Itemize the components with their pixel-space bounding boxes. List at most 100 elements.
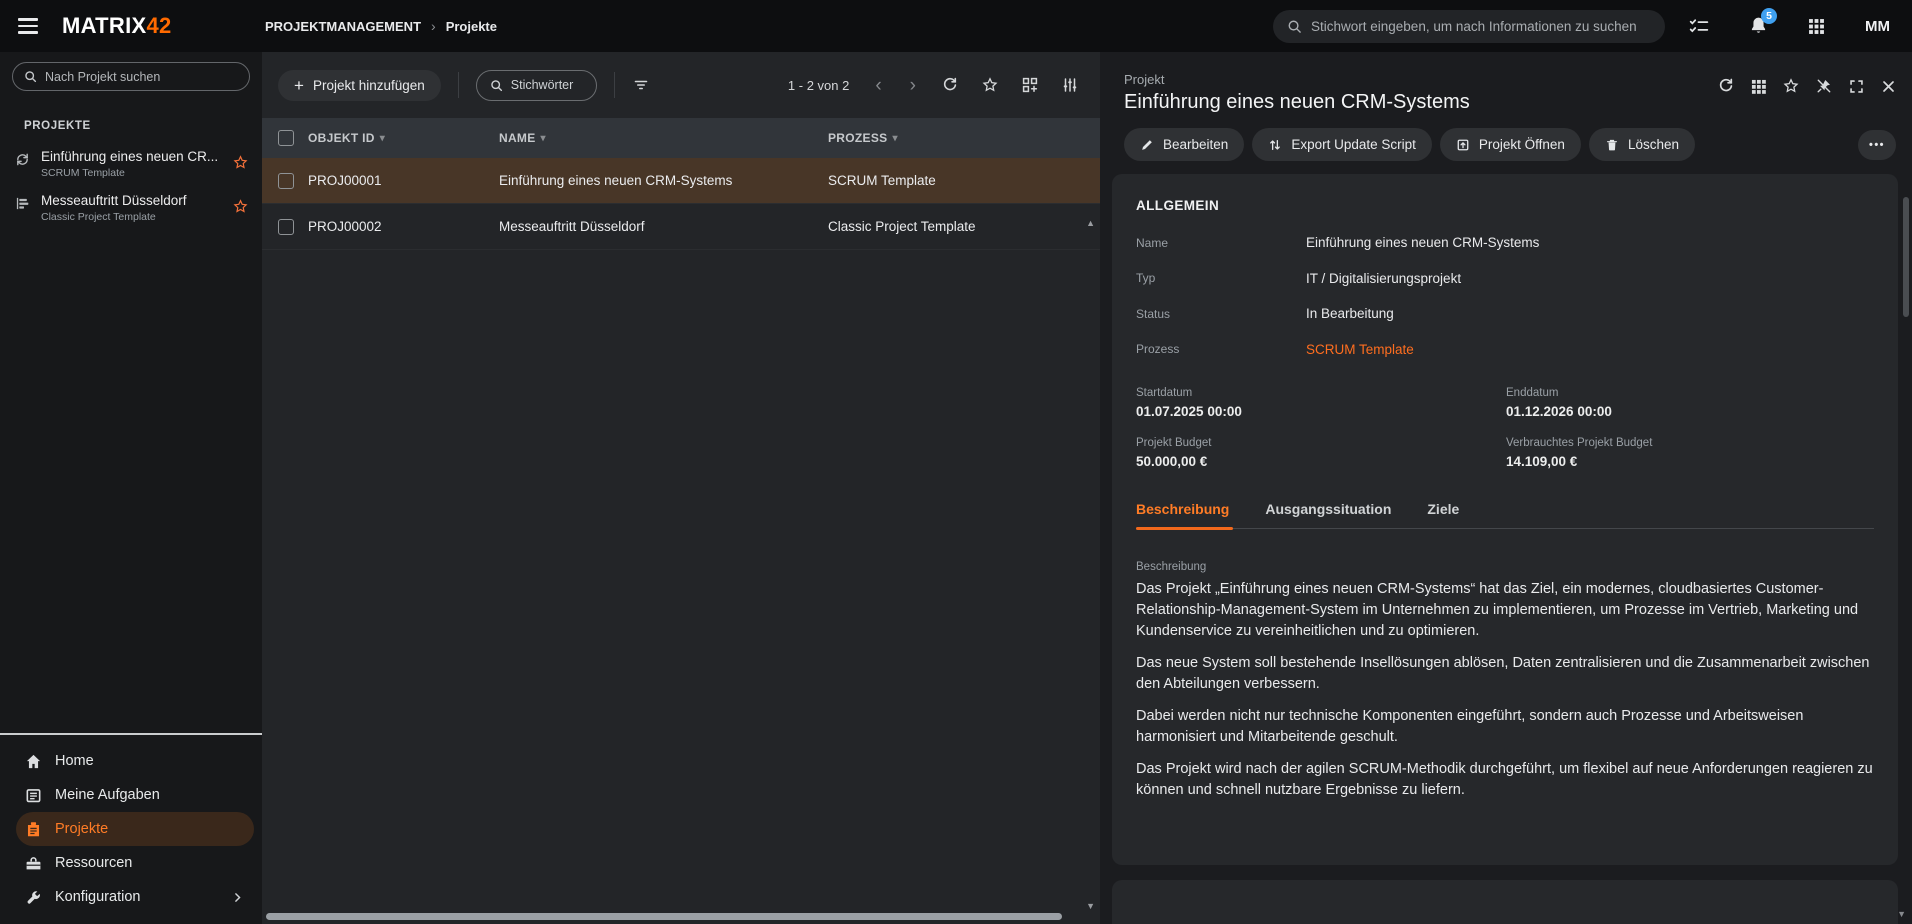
pencil-icon xyxy=(1140,138,1154,152)
add-project-button[interactable]: + Projekt hinzufügen xyxy=(278,70,441,101)
column-header-objekt-id[interactable]: OBJEKT ID▾ xyxy=(308,131,499,145)
project-list-item[interactable]: Einführung eines neuen CR... SCRUM Templ… xyxy=(0,142,262,186)
topbar-actions: 5 MM xyxy=(1689,16,1912,36)
project-item-title: Messeauftritt Düsseldorf xyxy=(41,193,233,208)
sidebar: PROJEKTE Einführung eines neuen CR... SC… xyxy=(0,52,262,924)
description-field-label: Beschreibung xyxy=(1136,561,1874,573)
tab-ziele[interactable]: Ziele xyxy=(1417,501,1485,528)
description-paragraph: Dabei werden nicht nur technische Kompon… xyxy=(1136,706,1874,748)
row-checkbox[interactable] xyxy=(278,173,294,189)
edit-button[interactable]: Bearbeiten xyxy=(1124,128,1244,161)
project-list-item[interactable]: Messeauftritt Düsseldorf Classic Project… xyxy=(0,186,262,230)
detail-scrollbar[interactable] xyxy=(1903,197,1909,317)
field-label: Status xyxy=(1136,307,1306,321)
notification-badge: 5 xyxy=(1761,8,1777,24)
favorites-star-icon[interactable] xyxy=(982,77,998,93)
breadcrumb-section[interactable]: PROJEKTMANAGEMENT xyxy=(265,19,421,34)
project-list: Einführung eines neuen CR... SCRUM Templ… xyxy=(0,142,262,230)
global-search-input[interactable] xyxy=(1311,19,1651,34)
unpin-icon[interactable] xyxy=(1816,78,1832,94)
more-actions-button[interactable]: ••• xyxy=(1858,130,1896,160)
project-item-subtitle: SCRUM Template xyxy=(41,167,233,179)
user-avatar[interactable]: MM xyxy=(1865,18,1890,35)
scroll-down-arrow[interactable]: ▼ xyxy=(1897,909,1906,919)
process-template-link[interactable]: SCRUM Template xyxy=(1306,342,1414,357)
table-header-row: OBJEKT ID▾ NAME▾ PROZESS▾ xyxy=(262,118,1100,158)
refresh-icon[interactable] xyxy=(942,77,958,93)
field-label: Verbrauchtes Projekt Budget xyxy=(1506,437,1874,449)
sidebar-item-ressourcen[interactable]: Ressourcen xyxy=(16,846,254,880)
scroll-down-arrow[interactable]: ▼ xyxy=(1086,901,1095,911)
keyword-search[interactable] xyxy=(476,70,597,101)
table-row[interactable]: PROJ00002 Messeauftritt Düsseldorf Class… xyxy=(262,204,1100,250)
tab-ausgangssituation[interactable]: Ausgangssituation xyxy=(1255,501,1417,528)
favorite-star-icon[interactable] xyxy=(233,199,248,214)
search-icon xyxy=(1287,19,1302,34)
field-list: Name Einführung eines neuen CRM-Systems … xyxy=(1136,225,1874,367)
sidebar-item-home[interactable]: Home xyxy=(16,744,254,778)
row-checkbox[interactable] xyxy=(278,219,294,235)
field-label: Typ xyxy=(1136,271,1306,285)
tasks-icon xyxy=(25,787,42,804)
horizontal-scrollbar[interactable] xyxy=(266,913,1062,920)
task-checklist-icon[interactable] xyxy=(1689,17,1709,35)
keyword-search-input[interactable] xyxy=(511,78,583,92)
open-project-button[interactable]: Projekt Öffnen xyxy=(1440,128,1581,161)
filter-icon[interactable] xyxy=(632,77,650,93)
description-paragraph: Das Projekt wird nach der agilen SCRUM-M… xyxy=(1136,759,1874,801)
fullscreen-icon[interactable] xyxy=(1849,79,1864,94)
scroll-up-arrow[interactable]: ▲ xyxy=(1086,218,1095,228)
notifications-bell-icon[interactable]: 5 xyxy=(1749,16,1768,36)
refresh-icon[interactable] xyxy=(1718,78,1734,94)
detail-header-icons xyxy=(1718,78,1896,94)
field-value: In Bearbeitung xyxy=(1306,306,1394,321)
grid-view-icon[interactable] xyxy=(1751,79,1766,94)
card-view-add-icon[interactable] xyxy=(1022,77,1038,93)
breadcrumb-page[interactable]: Projekte xyxy=(446,19,497,34)
toolbox-icon xyxy=(25,855,42,872)
sidebar-item-label: Meine Aufgaben xyxy=(55,787,160,803)
description-paragraph: Das Projekt „Einführung eines neuen CRM-… xyxy=(1136,579,1874,642)
previous-page-icon[interactable]: ‹ xyxy=(873,76,883,95)
detail-header: Projekt Einführung eines neuen CRM-Syste… xyxy=(1100,52,1912,114)
column-header-name[interactable]: NAME▾ xyxy=(499,131,828,145)
sidebar-item-meine-aufgaben[interactable]: Meine Aufgaben xyxy=(16,778,254,812)
wrench-icon xyxy=(25,889,42,906)
global-search[interactable] xyxy=(1273,10,1665,43)
close-icon[interactable] xyxy=(1881,79,1896,94)
select-all-cell xyxy=(262,130,308,146)
app-grid-icon[interactable] xyxy=(1808,18,1825,35)
breadcrumb-separator-icon: › xyxy=(431,18,436,34)
detail-scroll-area: ALLGEMEIN Name Einführung eines neuen CR… xyxy=(1100,174,1912,924)
export-update-script-button[interactable]: Export Update Script xyxy=(1252,128,1432,161)
list-toolbar: + Projekt hinzufügen 1 - 2 von 2 ‹ xyxy=(262,52,1100,118)
topbar: MATRIX42 PROJEKTMANAGEMENT › Projekte 5 xyxy=(0,0,1912,52)
cell-objekt-id: PROJ00002 xyxy=(308,219,499,234)
next-page-icon[interactable]: › xyxy=(908,76,918,95)
favorite-star-icon[interactable] xyxy=(233,155,248,170)
sidebar-item-projekte[interactable]: Projekte xyxy=(16,812,254,846)
date-budget-grid: Startdatum 01.07.2025 00:00 Enddatum 01.… xyxy=(1136,387,1874,469)
sort-chevron-icon: ▾ xyxy=(541,133,546,144)
table-row[interactable]: PROJ00001 Einführung eines neuen CRM-Sys… xyxy=(262,158,1100,204)
project-search-input[interactable] xyxy=(45,70,238,84)
project-item-subtitle: Classic Project Template xyxy=(41,211,233,223)
clipboard-icon xyxy=(25,821,42,838)
sidebar-item-konfiguration[interactable]: Konfiguration xyxy=(16,880,254,914)
delete-button[interactable]: Löschen xyxy=(1589,128,1695,161)
app-logo[interactable]: MATRIX42 xyxy=(62,13,172,39)
sort-chevron-icon: ▾ xyxy=(380,133,385,144)
sidebar-section-title: PROJEKTE xyxy=(24,120,262,132)
project-search[interactable] xyxy=(12,62,250,91)
field-value: 01.12.2026 00:00 xyxy=(1506,404,1874,419)
hamburger-menu-icon[interactable] xyxy=(18,14,42,38)
column-header-prozess[interactable]: PROZESS▾ xyxy=(828,131,1100,145)
breadcrumb: PROJEKTMANAGEMENT › Projekte xyxy=(262,18,497,34)
tab-beschreibung[interactable]: Beschreibung xyxy=(1136,501,1255,528)
select-all-checkbox[interactable] xyxy=(278,130,294,146)
card-section-title: ALLGEMEIN xyxy=(1136,198,1874,213)
bottom-nav: Home Meine Aufgaben Projekte xyxy=(0,735,262,924)
favorite-star-icon[interactable] xyxy=(1783,78,1799,94)
view-settings-sliders-icon[interactable] xyxy=(1062,77,1078,93)
search-icon xyxy=(490,79,503,92)
